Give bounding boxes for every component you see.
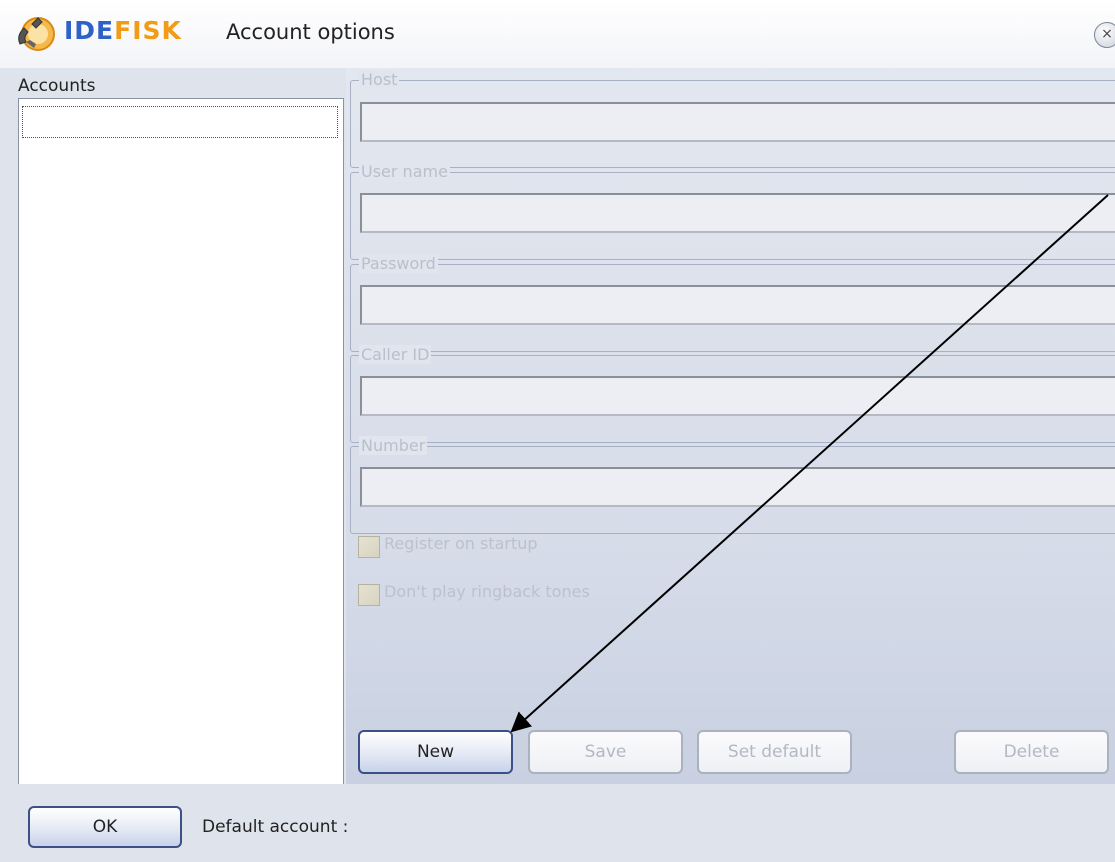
ok-button[interactable]: OK <box>28 806 182 848</box>
default-account-label: Default account : <box>202 817 349 837</box>
new-button[interactable]: New <box>358 730 513 774</box>
brand-logo-part2: FISK <box>114 16 182 45</box>
save-button[interactable]: Save <box>528 730 683 774</box>
password-group: Password <box>350 254 1115 352</box>
no-ringback-box[interactable] <box>358 584 380 606</box>
set-default-button[interactable]: Set default <box>697 730 852 774</box>
title-bar: IDEFISK Account options × <box>0 0 1115 68</box>
accounts-list[interactable] <box>18 98 344 786</box>
close-icon: × <box>1101 26 1113 42</box>
caller-id-input[interactable] <box>360 376 1115 416</box>
brand-logo: IDEFISK <box>64 16 182 45</box>
register-on-startup-box[interactable] <box>358 536 380 558</box>
phone-handset-icon <box>18 17 55 51</box>
account-details-panel: Host User name Password Caller ID Number… <box>346 68 1115 784</box>
number-input[interactable] <box>360 467 1115 507</box>
caller-id-group: Caller ID <box>350 345 1115 443</box>
window-title: Account options <box>226 20 395 44</box>
host-label: Host <box>359 70 400 89</box>
caller-id-label: Caller ID <box>359 345 432 364</box>
accounts-list-focus-row[interactable] <box>22 106 338 138</box>
delete-button[interactable]: Delete <box>954 730 1109 774</box>
close-button[interactable]: × <box>1094 22 1115 48</box>
footer-bar: OK Default account : <box>0 784 1115 862</box>
account-options-window: IDEFISK Account options × Accounts Host … <box>0 0 1115 862</box>
password-label: Password <box>359 254 438 273</box>
username-input[interactable] <box>360 193 1115 233</box>
accounts-label: Accounts <box>18 76 96 96</box>
brand-logo-part1: IDE <box>64 16 115 45</box>
number-group: Number <box>350 436 1115 534</box>
host-group: Host <box>350 70 1115 168</box>
password-input[interactable] <box>360 285 1115 325</box>
register-on-startup-label: Register on startup <box>384 534 538 553</box>
username-group: User name <box>350 162 1115 260</box>
no-ringback-label: Don't play ringback tones <box>384 582 590 601</box>
host-input[interactable] <box>360 102 1115 142</box>
number-label: Number <box>359 436 428 455</box>
username-label: User name <box>359 162 450 181</box>
